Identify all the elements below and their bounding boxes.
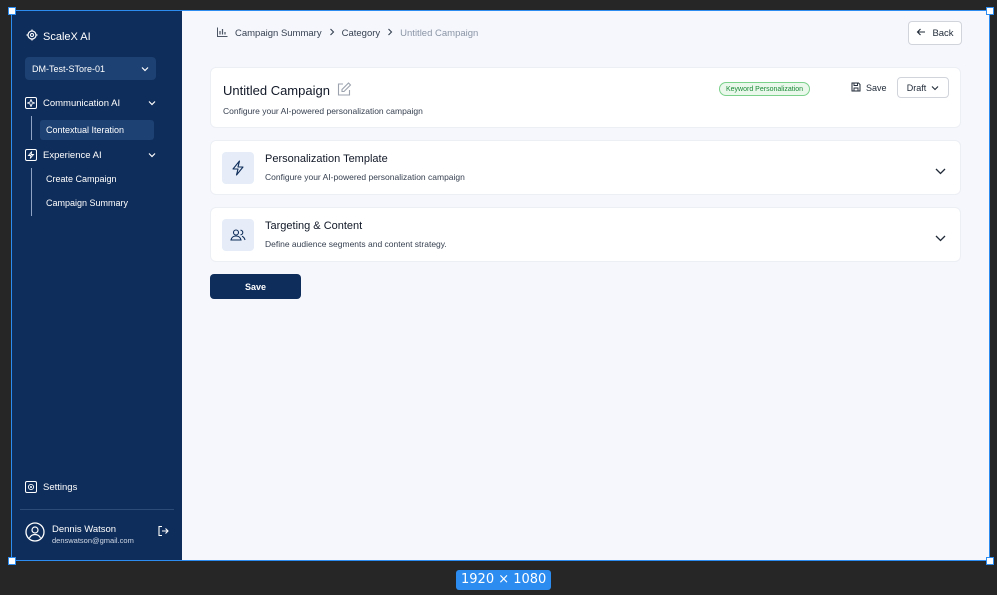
app-frame: ScaleX AI DM-Test-STore-01 Communication… bbox=[11, 10, 990, 561]
section-description: Configure your AI-powered personalizatio… bbox=[265, 172, 465, 182]
chevron-down-icon[interactable] bbox=[935, 162, 946, 180]
chevron-down-icon bbox=[931, 83, 939, 93]
status-value: Draft bbox=[906, 82, 927, 93]
section-targeting-content[interactable]: Targeting & Content Define audience segm… bbox=[210, 207, 961, 262]
sidebar-item-contextual-iteration[interactable]: Contextual Iteration bbox=[40, 120, 154, 140]
status-dropdown[interactable]: Draft bbox=[897, 77, 949, 98]
save-label: Save bbox=[866, 83, 887, 93]
campaign-header-card: Untitled Campaign Configure your AI-powe… bbox=[210, 67, 961, 128]
bolt-icon bbox=[25, 149, 37, 161]
section-title: Targeting & Content bbox=[265, 220, 363, 232]
sidebar-group-communication-ai[interactable]: Communication AI bbox=[25, 94, 156, 112]
campaign-title-row: Untitled Campaign bbox=[223, 82, 352, 99]
chevron-down-icon bbox=[141, 64, 149, 74]
chevron-down-icon bbox=[148, 150, 156, 161]
back-label: Back bbox=[932, 27, 954, 39]
sidebar: ScaleX AI DM-Test-STore-01 Communication… bbox=[12, 11, 182, 560]
section-personalization-template[interactable]: Personalization Template Configure your … bbox=[210, 140, 961, 195]
resize-handle[interactable] bbox=[8, 7, 16, 15]
chevron-down-icon bbox=[148, 98, 156, 109]
campaign-description: Configure your AI-powered personalizatio… bbox=[223, 106, 423, 116]
sidebar-group-label: Communication AI bbox=[43, 97, 121, 109]
campaign-title: Untitled Campaign bbox=[223, 83, 330, 98]
settings-icon bbox=[25, 481, 37, 493]
section-title: Personalization Template bbox=[265, 153, 388, 165]
save-icon bbox=[851, 82, 861, 94]
sidebar-group-label: Experience AI bbox=[43, 149, 102, 161]
sidebar-item-create-campaign[interactable]: Create Campaign bbox=[40, 169, 154, 189]
breadcrumb-current: Untitled Campaign bbox=[400, 28, 479, 39]
resize-handle[interactable] bbox=[986, 7, 994, 15]
bar-chart-icon bbox=[217, 27, 228, 40]
store-select-value: DM-Test-STore-01 bbox=[32, 63, 106, 74]
sidebar-item-campaign-summary[interactable]: Campaign Summary bbox=[40, 193, 154, 213]
settings-label: Settings bbox=[43, 481, 78, 493]
dimension-label: 1920 × 1080 bbox=[456, 570, 552, 590]
store-select[interactable]: DM-Test-STore-01 bbox=[25, 57, 156, 80]
sidebar-item-label: Campaign Summary bbox=[46, 198, 129, 208]
edit-icon[interactable] bbox=[337, 82, 352, 99]
logout-icon[interactable] bbox=[157, 524, 169, 542]
user-email: denswatson@gmail.com bbox=[52, 536, 134, 545]
sidebar-group-experience-ai[interactable]: Experience AI bbox=[25, 146, 156, 164]
breadcrumb-campaign-summary[interactable]: Campaign Summary bbox=[235, 28, 322, 39]
tree-line bbox=[31, 116, 32, 140]
resize-handle[interactable] bbox=[986, 557, 994, 565]
save-button[interactable]: Save bbox=[210, 274, 301, 299]
chevron-right-icon bbox=[329, 28, 335, 39]
chevron-right-icon bbox=[387, 28, 393, 39]
section-description: Define audience segments and content str… bbox=[265, 239, 447, 249]
status-badge: Keyword Personalization bbox=[719, 82, 811, 96]
sparkle-icon bbox=[25, 97, 37, 109]
resize-handle[interactable] bbox=[8, 557, 16, 565]
back-button[interactable]: Back bbox=[908, 21, 962, 45]
user-profile[interactable]: Dennis Watson denswatson@gmail.com bbox=[25, 522, 134, 547]
sidebar-item-label: Create Campaign bbox=[46, 174, 117, 184]
tree-line bbox=[31, 168, 32, 216]
gear-icon bbox=[26, 29, 38, 44]
save-draft-button[interactable]: Save bbox=[851, 82, 887, 94]
breadcrumb: Campaign Summary Category Untitled Campa… bbox=[217, 27, 478, 40]
breadcrumb-category[interactable]: Category bbox=[342, 28, 381, 39]
sidebar-item-settings[interactable]: Settings bbox=[25, 481, 77, 493]
user-name: Dennis Watson bbox=[52, 524, 117, 535]
divider bbox=[20, 509, 174, 510]
arrow-left-icon bbox=[916, 28, 926, 39]
users-icon bbox=[222, 219, 254, 251]
brand-name: ScaleX AI bbox=[43, 30, 91, 43]
bolt-icon bbox=[222, 152, 254, 184]
brand[interactable]: ScaleX AI bbox=[26, 29, 91, 44]
chevron-down-icon[interactable] bbox=[935, 229, 946, 247]
avatar bbox=[25, 522, 45, 547]
sidebar-item-label: Contextual Iteration bbox=[46, 125, 125, 135]
